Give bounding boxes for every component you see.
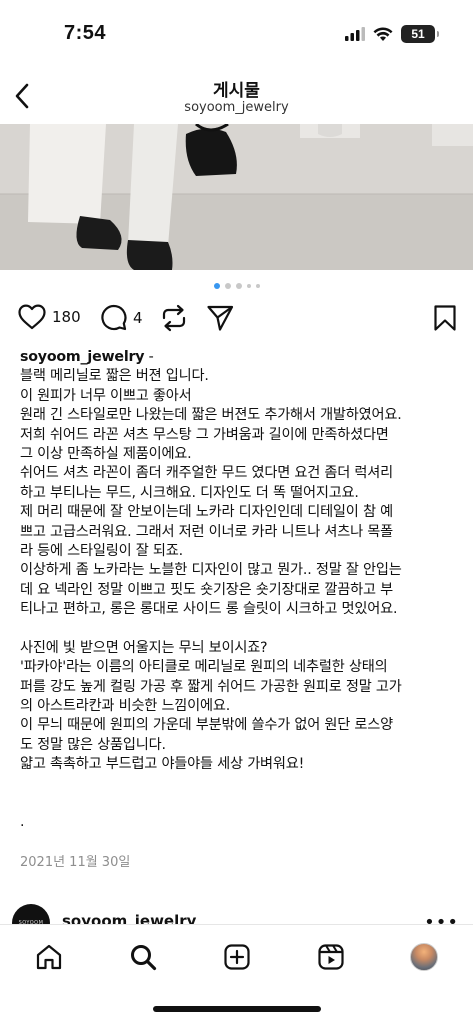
status-bar: 7:54 51 xyxy=(0,0,473,70)
home-icon xyxy=(36,944,62,970)
post-caption: soyoom_jewelry - 블랙 메리닐로 짧은 버젼 입니다. 이 원피… xyxy=(20,348,465,832)
caption-line: soyoom_jewelry - xyxy=(20,349,154,365)
caption-line: 도 정말 많은 상품입니다. xyxy=(20,736,166,753)
search-icon xyxy=(131,945,157,971)
caption-line: 데 요 넥라인 정말 이쁘고 핏도 숏기장은 숏기장대로 깔끔하고 부 xyxy=(20,581,393,598)
caption-line: 하고 부티나는 무드, 시크해요. 디자인도 더 똑 떨어지고요. xyxy=(20,484,359,501)
carousel-dot xyxy=(213,283,220,289)
save-button[interactable] xyxy=(433,304,457,332)
caption-username[interactable]: soyoom_jewelry xyxy=(20,349,145,365)
like-button[interactable]: 180 xyxy=(18,304,81,330)
photo-illustration xyxy=(0,124,473,270)
caption-line: 티나고 편하고, 롱은 롱대로 사이드 롱 슬릿이 시크하고 멋있어요. xyxy=(20,601,398,618)
battery-level: 51 xyxy=(411,27,425,41)
status-time: 7:54 xyxy=(64,22,107,44)
caption-line: 의 아스트라칸과 비슷한 느낌이에요. xyxy=(20,697,231,714)
caption-line: 그 이상 만족하실 제품이에요. xyxy=(20,446,192,463)
like-count[interactable]: 180 xyxy=(52,308,81,326)
caption-line: 얇고 촉촉하고 부드럽고 야들야들 세상 가벼워요! xyxy=(20,756,305,773)
comment-button[interactable]: 4 xyxy=(100,304,143,331)
caption-line: 퍼를 강도 높게 컬링 가공 후 짧게 쉬어드 가공한 원피로 정말 고가 xyxy=(20,678,402,695)
post-date: 2021년 11월 30일 xyxy=(20,855,131,870)
post-actions: 180 4 xyxy=(18,304,457,338)
repost-icon xyxy=(162,304,186,332)
send-icon xyxy=(207,305,234,331)
profile-avatar-icon xyxy=(410,943,438,971)
wifi-icon xyxy=(373,26,393,41)
carousel-dot xyxy=(246,284,251,288)
comment-icon xyxy=(101,304,127,331)
header-username[interactable]: soyoom_jewelry xyxy=(0,100,473,115)
caption-line: 블랙 메리닐로 짧은 버젼 입니다. xyxy=(20,368,209,385)
caption-line: 이 무늬 때문에 원피의 가운데 부분밖에 쓸수가 없어 원단 로스양 xyxy=(20,717,393,734)
caption-line: 라 등에 스타일링이 잘 되죠. xyxy=(20,543,183,560)
carousel-dot xyxy=(224,283,231,289)
tab-profile[interactable] xyxy=(406,939,442,975)
caption-line: '파카야'라는 이름의 아티클로 메리닐로 원피의 네추럴한 상태의 xyxy=(20,659,388,676)
caption-line: 제 머리 때문에 잘 안보이는데 노카라 디자인인데 디테일이 참 예 xyxy=(20,504,393,521)
battery-icon: 51 xyxy=(401,25,439,43)
tab-reels[interactable] xyxy=(313,939,349,975)
page-title: 게시물 xyxy=(213,81,260,101)
caption-line: . xyxy=(20,813,25,830)
caption-line: 저희 쉬어드 라꼰 셔츠 무스탕 그 가벼움과 길이에 만족하셨다면 xyxy=(20,426,389,443)
post-header: 게시물 soyoom_jewelry xyxy=(0,70,473,124)
heart-icon xyxy=(18,304,46,330)
home-indicator xyxy=(153,1006,321,1012)
send-button[interactable] xyxy=(206,304,234,332)
tab-search[interactable] xyxy=(125,939,161,975)
tab-create[interactable] xyxy=(219,939,255,975)
signal-icon xyxy=(345,27,365,41)
plus-square-icon xyxy=(224,944,250,970)
post-photo[interactable] xyxy=(0,124,473,270)
tab-home[interactable] xyxy=(31,939,67,975)
caption-line: 쁘고 고급스러워요. 그래서 저런 이너로 카라 니트나 셔츠나 목폴 xyxy=(20,523,393,540)
carousel-dot xyxy=(235,283,242,289)
carousel-indicator xyxy=(0,283,473,289)
repost-button[interactable] xyxy=(160,304,188,332)
comment-count[interactable]: 4 xyxy=(133,309,143,327)
caption-line: 쉬어드 셔츠 라꼰이 좀더 캐주얼한 무드 였다면 요건 좀더 럭셔리 xyxy=(20,465,393,482)
caption-line: 이상하게 좀 노카라는 노블한 디자인이 많고 뭔가.. 정말 잘 안입는 xyxy=(20,562,402,579)
status-icons: 51 xyxy=(345,25,439,43)
caption-line: 사진에 빛 받으면 어울지는 무늬 보이시죠? xyxy=(20,639,268,656)
reels-icon xyxy=(318,944,344,970)
caption-line: 원래 긴 스타일로만 나왔는데 짧은 버젼도 추가해서 개발하였어요. xyxy=(20,407,402,424)
carousel-dot xyxy=(255,284,260,288)
caption-line: 이 원피가 너무 이쁘고 좋아서 xyxy=(20,387,192,404)
bookmark-icon xyxy=(434,305,456,331)
